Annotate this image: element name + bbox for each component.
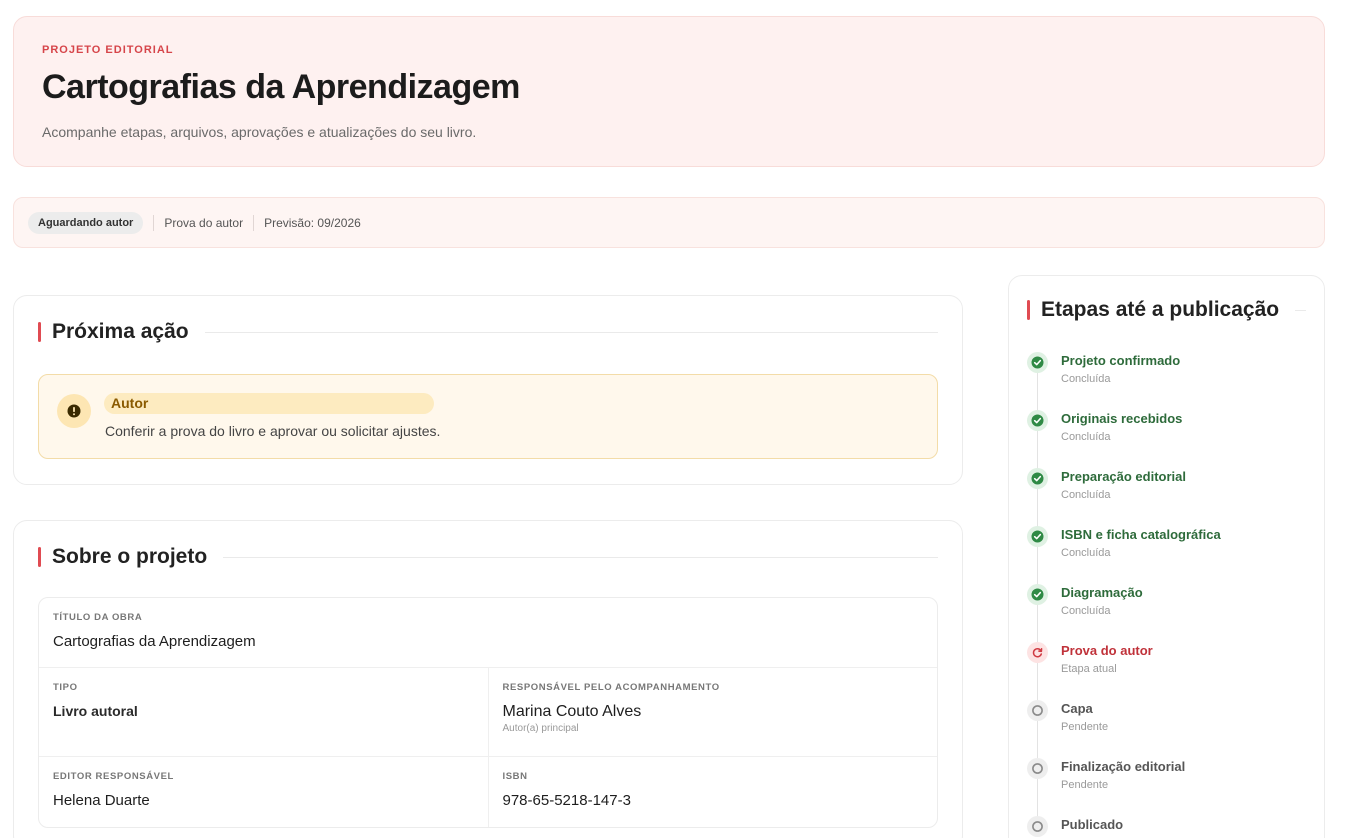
next-action-title: Próxima ação [52,320,189,343]
step-state: Concluída [1061,431,1111,443]
step-name: Prova do autor [1061,643,1153,658]
check-circle-icon [1027,410,1048,431]
next-action-card: Próxima ação Autor Conferir a prova do l… [13,295,963,485]
steps-card: Etapas até a publicação Projeto confirma… [1008,275,1325,838]
page-subtitle: Acompanhe etapas, arquivos, aprovações e… [42,124,477,140]
action-owner: Autor [104,393,434,414]
step-name: Diagramação [1061,585,1143,600]
steps-timeline: Projeto confirmado Concluída Originais rec… [1027,352,1306,838]
accent-bar [38,322,41,342]
details-row: EDITOR RESPONSÁVEL Helena Duarte ISBN 97… [39,757,937,827]
timeline-step: Capa Pendente [1027,700,1306,758]
check-circle-icon [1027,352,1048,373]
owner-field: RESPONSÁVEL PELO ACOMPANHAMENTO Marina C… [487,668,938,756]
check-circle-icon [1027,584,1048,605]
field-label: RESPONSÁVEL PELO ACOMPANHAMENTO [502,682,720,693]
about-header: Sobre o projeto [38,545,938,569]
next-action-header: Próxima ação [38,320,938,344]
project-details: TÍTULO DA OBRA Cartografias da Aprendiza… [38,597,938,828]
step-state: Concluída [1061,373,1111,385]
accent-bar [1027,300,1030,320]
type-field: TIPO Livro autoral [39,668,488,756]
step-name: Finalização editorial [1061,759,1186,774]
timeline-step: ISBN e ficha catalográfica Concluída [1027,526,1306,584]
timeline-step: Projeto confirmado Concluída [1027,352,1306,410]
action-message: Conferir a prova do livro e aprovar ou s… [105,423,441,439]
circle-outline-icon [1027,700,1048,721]
field-label: ISBN [502,771,528,782]
field-value: Marina Couto Alves [502,703,642,720]
steps-header: Etapas até a publicação [1027,298,1306,322]
about-project-card: Sobre o projeto TÍTULO DA OBRA Cartograf… [13,520,963,838]
divider [223,556,938,558]
step-state: Etapa atual [1061,663,1117,675]
field-value: 978-65-5218-147-3 [502,792,631,809]
timeline-step: Originais recebidos Concluída [1027,410,1306,468]
details-row: TIPO Livro autoral RESPONSÁVEL PELO ACOM… [39,668,937,757]
step-name: ISBN e ficha catalográfica [1061,527,1221,542]
step-name: Projeto confirmado [1061,353,1181,368]
forecast: Previsão: 09/2026 [264,215,361,230]
owner-role: Autor(a) principal [502,723,579,734]
step-state: Concluída [1061,489,1111,501]
field-value: Livro autoral [53,703,138,719]
check-circle-icon [1027,526,1048,547]
refresh-icon [1027,642,1048,663]
work-title-field: TÍTULO DA OBRA Cartografias da Aprendiza… [39,598,937,667]
field-value: Cartografias da Aprendizagem [53,633,256,650]
circle-outline-icon [1027,758,1048,779]
timeline-step: Finalização editorial Pendente [1027,758,1306,816]
accent-bar [38,547,41,567]
about-title: Sobre o projeto [52,545,208,568]
status-badge: Aguardando autor [28,211,144,234]
step-state: Concluída [1061,605,1111,617]
field-value: Helena Duarte [53,792,150,809]
timeline-step: Prova do autor Etapa atual [1027,642,1306,700]
divider [1295,309,1306,311]
divider [153,214,155,231]
isbn-field: ISBN 978-65-5218-147-3 [487,757,938,827]
next-action-alert: Autor Conferir a prova do livro e aprova… [38,374,938,459]
timeline-step: Preparação editorial Concluída [1027,468,1306,526]
project-eyebrow: PROJETO EDITORIAL [42,44,174,56]
step-name: Publicado [1061,817,1124,832]
field-label: TÍTULO DA OBRA [53,612,143,623]
alert-icon [57,394,91,428]
current-stage: Prova do autor [164,215,244,230]
step-name: Capa [1061,701,1093,716]
check-circle-icon [1027,468,1048,489]
field-label: TIPO [53,682,78,693]
step-state: Concluída [1061,547,1111,559]
timeline-step: Diagramação Concluída [1027,584,1306,642]
status-bar: Aguardando autor Prova do autor Previsão… [13,197,1325,248]
steps-title: Etapas até a publicação [1041,298,1280,321]
page-title: Cartografias da Aprendizagem [42,68,520,106]
step-name: Preparação editorial [1061,469,1186,484]
field-label: EDITOR RESPONSÁVEL [53,771,174,782]
details-row: TÍTULO DA OBRA Cartografias da Aprendiza… [39,598,937,668]
step-state: Pendente [1061,779,1109,791]
step-state: Pendente [1061,721,1109,733]
divider [204,331,938,333]
step-name: Originais recebidos [1061,411,1183,426]
divider [253,214,255,231]
editor-field: EDITOR RESPONSÁVEL Helena Duarte [39,757,488,827]
project-header: PROJETO EDITORIAL Cartografias da Aprend… [13,16,1325,167]
timeline-step: PublicadoPendente [1027,816,1306,838]
circle-outline-icon [1027,816,1048,837]
